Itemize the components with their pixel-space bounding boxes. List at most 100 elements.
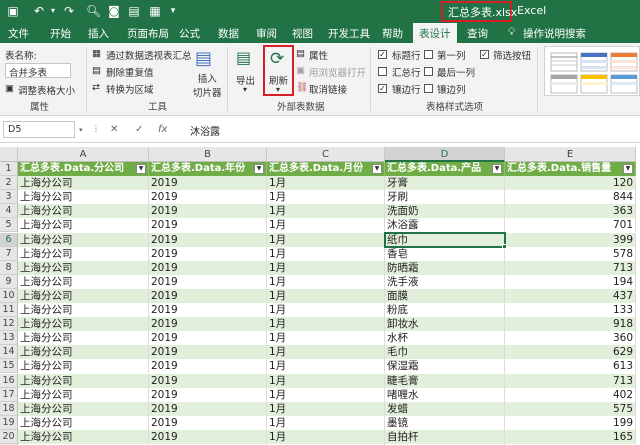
table-cell[interactable]: 牙刷 bbox=[385, 190, 505, 205]
resize-table-button[interactable]: 调整表格大小 bbox=[18, 83, 75, 97]
total-row-checkbox[interactable] bbox=[378, 67, 387, 76]
table-cell[interactable]: 上海分公司 bbox=[18, 232, 149, 247]
table-cell[interactable]: 2019 bbox=[149, 260, 267, 275]
table-cell[interactable]: 1月 bbox=[267, 303, 385, 317]
row-header[interactable]: 19 bbox=[0, 415, 18, 430]
table-cell[interactable]: 1月 bbox=[267, 274, 385, 289]
column-header-e[interactable]: E bbox=[505, 147, 636, 162]
select-all-corner[interactable] bbox=[0, 147, 18, 162]
screenshot-camera-icon[interactable]: ◙ bbox=[107, 3, 121, 19]
table-cell[interactable]: 575 bbox=[505, 401, 636, 416]
row-header[interactable]: 5 bbox=[0, 218, 18, 233]
table-cell[interactable]: 1月 bbox=[267, 317, 385, 332]
column-header-a[interactable]: A bbox=[18, 147, 149, 162]
insert-function-icon[interactable]: fx bbox=[158, 124, 167, 135]
first-column-checkbox[interactable] bbox=[424, 50, 433, 59]
column-header-c[interactable]: C bbox=[267, 147, 385, 162]
row-header[interactable]: 20 bbox=[0, 429, 18, 444]
table-cell[interactable]: 713 bbox=[505, 373, 636, 388]
fill-handle[interactable] bbox=[502, 243, 507, 249]
table-cell[interactable]: 2019 bbox=[149, 331, 267, 346]
table-header-cell[interactable]: 汇总多表.Data.分公司 ▼ bbox=[18, 162, 149, 176]
tab-table-design[interactable]: 表设计 bbox=[413, 23, 457, 43]
name-box[interactable]: D5 bbox=[3, 121, 75, 138]
table-cell[interactable]: 402 bbox=[505, 387, 636, 402]
table-cell[interactable]: 粉底 bbox=[385, 303, 505, 317]
tab-query[interactable]: 查询 bbox=[467, 26, 488, 41]
column-header-b[interactable]: B bbox=[149, 147, 267, 162]
table-cell[interactable]: 713 bbox=[505, 260, 636, 275]
table-cell[interactable]: 上海分公司 bbox=[18, 359, 149, 374]
row-header[interactable]: 15 bbox=[0, 359, 18, 374]
table-cell[interactable]: 2019 bbox=[149, 218, 267, 233]
filter-dropdown-icon[interactable]: ▼ bbox=[623, 164, 633, 174]
table-cell[interactable]: 牙膏 bbox=[385, 176, 505, 191]
table-cell[interactable]: 水杯 bbox=[385, 331, 505, 346]
row-header[interactable]: 12 bbox=[0, 317, 18, 332]
table-cell[interactable]: 1月 bbox=[267, 401, 385, 416]
tell-me-search[interactable]: 操作说明搜索 bbox=[523, 26, 586, 41]
table-cell[interactable]: 面膜 bbox=[385, 288, 505, 303]
table-cell[interactable]: 613 bbox=[505, 359, 636, 374]
table-cell[interactable]: 2019 bbox=[149, 232, 267, 247]
table-cell[interactable]: 上海分公司 bbox=[18, 331, 149, 346]
summarize-pivot-button[interactable]: 通过数据透视表汇总 bbox=[106, 48, 192, 62]
table-cell[interactable]: 2019 bbox=[149, 317, 267, 332]
table-cell[interactable]: 2019 bbox=[149, 204, 267, 219]
save-icon[interactable]: ▣ bbox=[6, 3, 20, 19]
table-cell[interactable]: 578 bbox=[505, 246, 636, 261]
table-cell[interactable]: 纸巾 bbox=[385, 232, 505, 247]
table-cell[interactable]: 2019 bbox=[149, 303, 267, 317]
print-preview-icon[interactable]: 🔍︎ bbox=[86, 3, 101, 19]
table-cell[interactable]: 1月 bbox=[267, 190, 385, 205]
table-cell[interactable]: 2019 bbox=[149, 387, 267, 402]
table-header-cell[interactable]: 汇总多表.Data.月份 ▼ bbox=[267, 162, 385, 176]
row-header[interactable]: 14 bbox=[0, 345, 18, 360]
table-cell[interactable]: 墨镜 bbox=[385, 415, 505, 430]
table-cell[interactable]: 洗手液 bbox=[385, 274, 505, 289]
column-header-d[interactable]: D bbox=[385, 147, 505, 162]
open-in-browser-button[interactable]: 用浏览器打开 bbox=[309, 65, 366, 79]
banded-rows-checkbox[interactable]: ✓ bbox=[378, 84, 387, 93]
table-cell[interactable]: 1月 bbox=[267, 331, 385, 346]
table-cell[interactable]: 上海分公司 bbox=[18, 401, 149, 416]
formula-input[interactable]: 沐浴露 bbox=[190, 123, 220, 138]
table-cell[interactable]: 上海分公司 bbox=[18, 373, 149, 388]
table-cell[interactable]: 上海分公司 bbox=[18, 176, 149, 191]
filter-dropdown-icon[interactable]: ▼ bbox=[136, 164, 146, 174]
undo-icon[interactable]: ↶ bbox=[32, 3, 46, 19]
tab-formulas[interactable]: 公式 bbox=[179, 26, 200, 41]
table-cell[interactable]: 2019 bbox=[149, 415, 267, 430]
filter-dropdown-icon[interactable]: ▼ bbox=[254, 164, 264, 174]
table-cell[interactable]: 194 bbox=[505, 274, 636, 289]
table-cell[interactable]: 1月 bbox=[267, 373, 385, 388]
table-cell[interactable]: 啫喱水 bbox=[385, 387, 505, 402]
customize-quick-access-icon[interactable]: ▾ bbox=[166, 3, 180, 19]
tab-home[interactable]: 开始 bbox=[50, 26, 71, 41]
filter-dropdown-icon[interactable]: ▼ bbox=[372, 164, 382, 174]
convert-to-range-button[interactable]: 转换为区域 bbox=[106, 82, 154, 96]
undo-dropdown-icon[interactable]: ▾ bbox=[46, 3, 60, 19]
table-cell[interactable]: 上海分公司 bbox=[18, 274, 149, 289]
table-cell[interactable]: 2019 bbox=[149, 190, 267, 205]
table-styles-gallery[interactable] bbox=[544, 46, 640, 96]
table-cell[interactable]: 1月 bbox=[267, 204, 385, 219]
table-cell[interactable]: 1月 bbox=[267, 218, 385, 233]
table-cell[interactable]: 2019 bbox=[149, 345, 267, 360]
table-cell[interactable]: 上海分公司 bbox=[18, 204, 149, 219]
table-cell[interactable]: 睫毛膏 bbox=[385, 373, 505, 388]
table-cell[interactable]: 上海分公司 bbox=[18, 260, 149, 275]
quick-access-icon[interactable]: ▤ bbox=[127, 3, 141, 19]
table-cell[interactable]: 2019 bbox=[149, 176, 267, 191]
table-cell[interactable]: 上海分公司 bbox=[18, 317, 149, 332]
table-cell[interactable]: 2019 bbox=[149, 429, 267, 444]
tab-insert[interactable]: 插入 bbox=[88, 26, 109, 41]
table-cell[interactable]: 上海分公司 bbox=[18, 246, 149, 261]
table-cell[interactable]: 上海分公司 bbox=[18, 218, 149, 233]
table-cell[interactable]: 701 bbox=[505, 218, 636, 233]
banded-columns-checkbox[interactable] bbox=[424, 84, 433, 93]
table-icon[interactable]: ▦ bbox=[148, 3, 162, 19]
tab-review[interactable]: 审阅 bbox=[256, 26, 277, 41]
tab-developer[interactable]: 开发工具 bbox=[328, 26, 370, 41]
table-cell[interactable]: 2019 bbox=[149, 373, 267, 388]
